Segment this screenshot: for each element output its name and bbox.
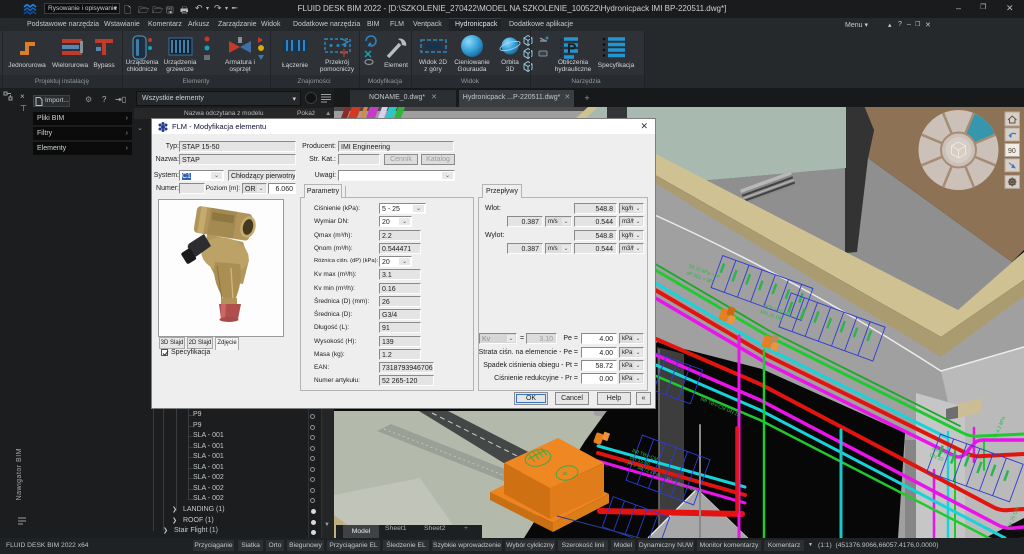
svg-text:90: 90: [1008, 148, 1016, 155]
svg-text:P: P: [567, 40, 576, 56]
